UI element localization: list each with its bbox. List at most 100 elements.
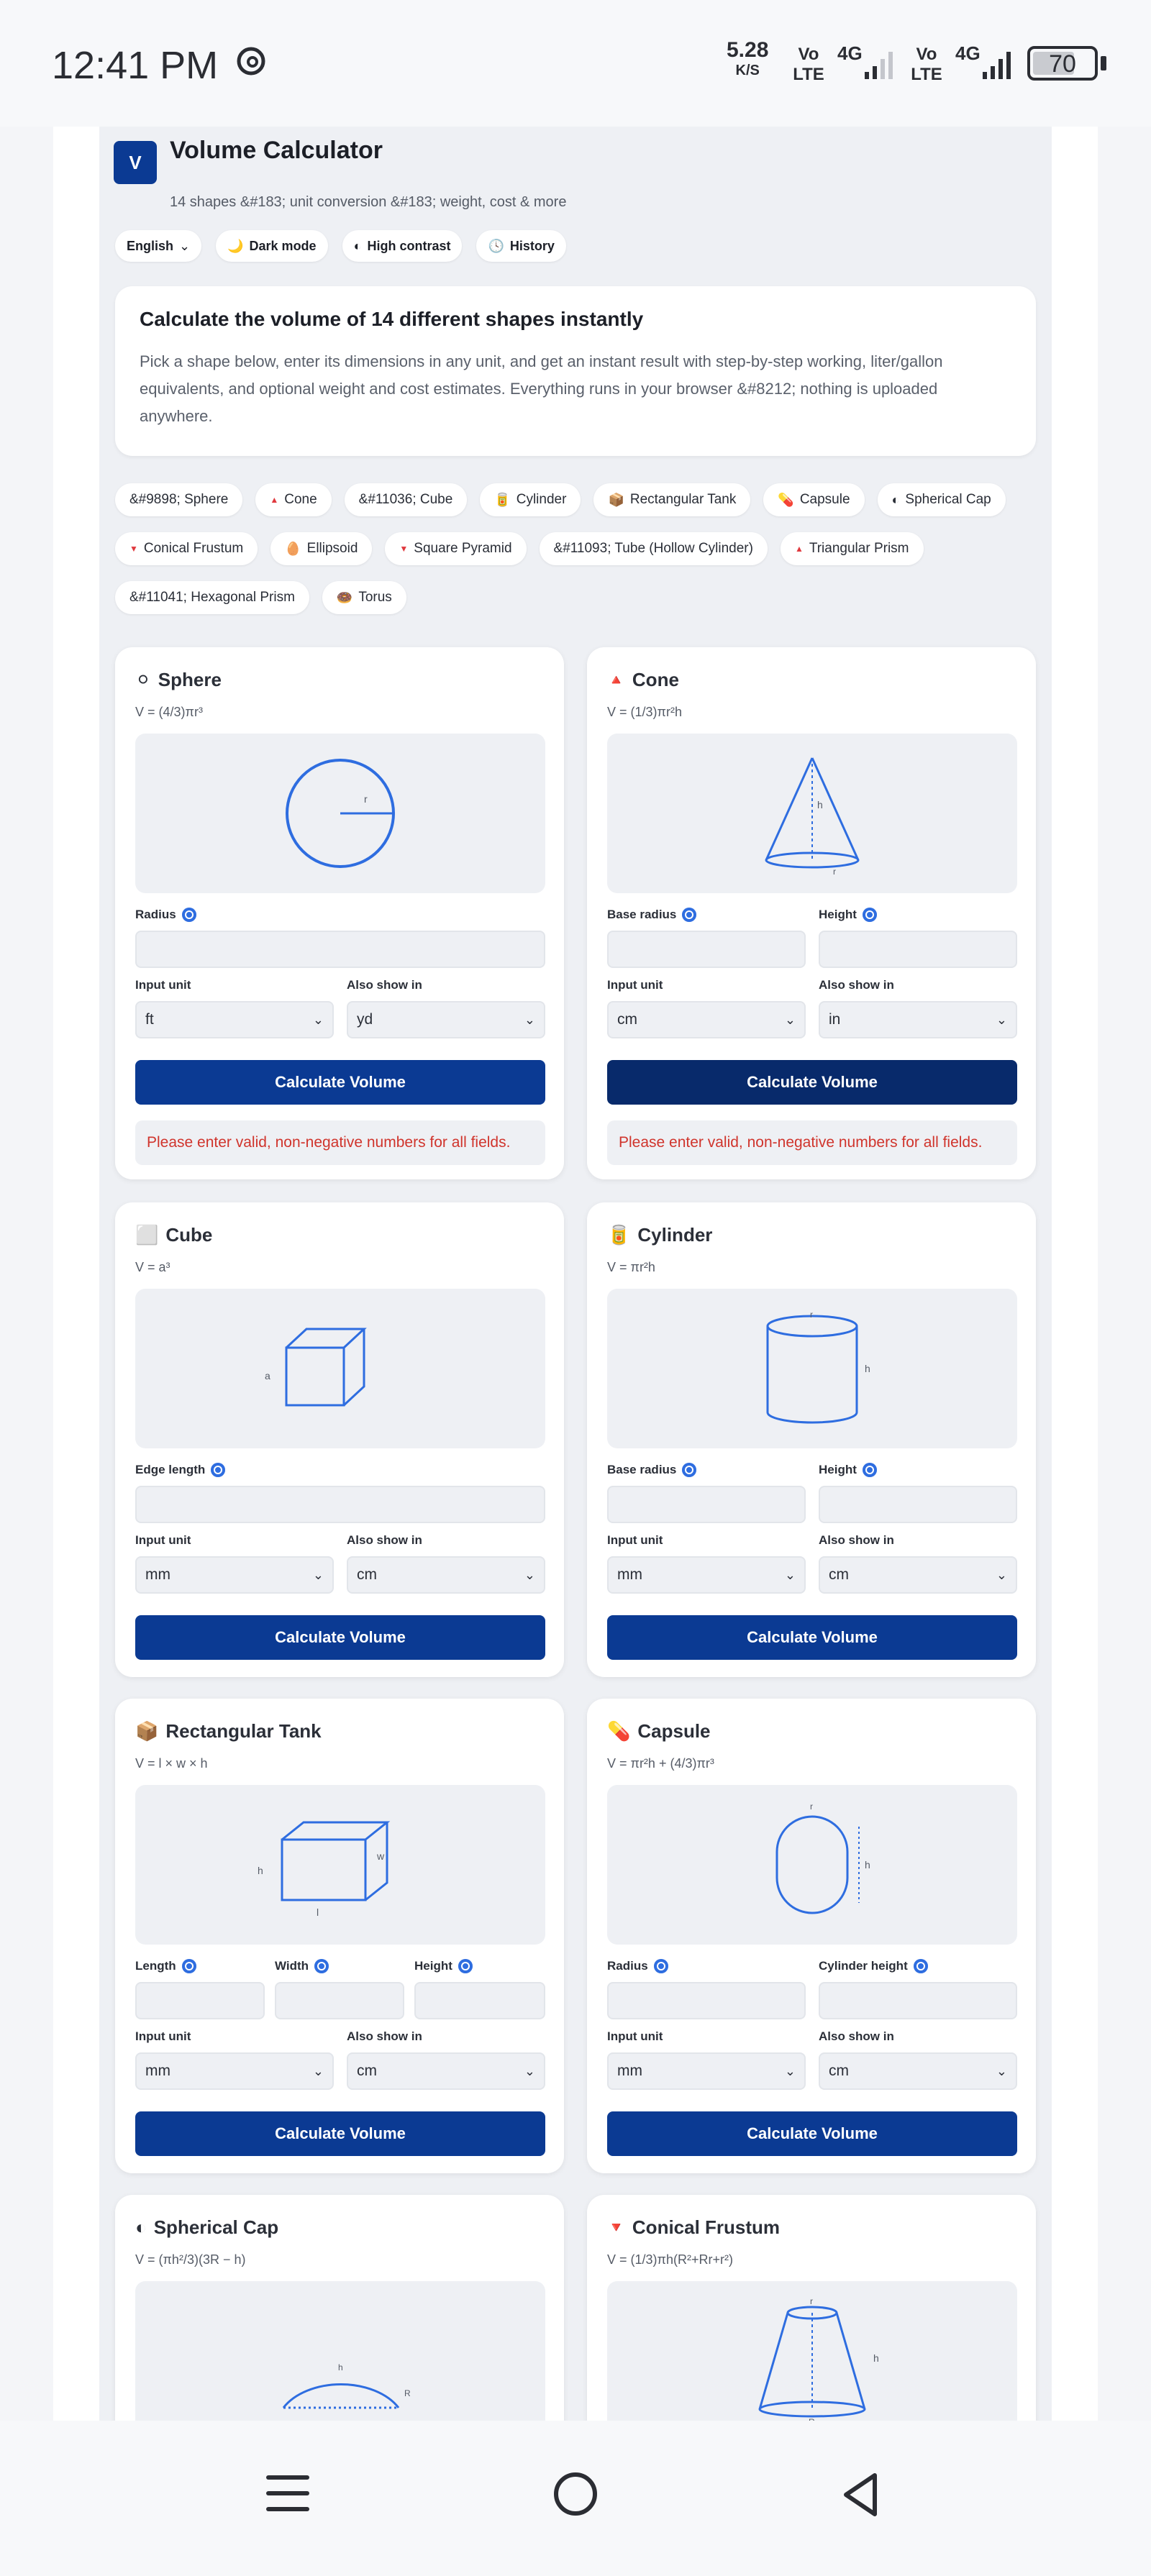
card-title-text: Cone [632, 669, 679, 690]
cylinder-card: 🥫 Cylinder V = πr²h r h Base radius Heigh… [587, 1202, 1036, 1677]
page-content[interactable]: V Volume Calculator 14 shapes &#183; uni… [99, 127, 1052, 2421]
info-icon[interactable] [862, 908, 877, 922]
width-input[interactable] [275, 1982, 404, 2019]
select-value: mm [145, 1566, 170, 1583]
length-input[interactable] [135, 1982, 265, 2019]
capsule-icon: 💊 [778, 492, 794, 507]
input-unit-label: Input unit [135, 1533, 191, 1547]
also-show-label: Also show in [819, 1533, 894, 1547]
info-icon[interactable] [181, 908, 196, 922]
input-unit-select[interactable]: mm ⌄ [135, 1556, 334, 1594]
box-icon: 📦 [135, 1720, 159, 1742]
radius-input[interactable] [607, 1982, 806, 2019]
select-value: yd [357, 1011, 373, 1028]
select-value: cm [829, 1566, 849, 1583]
shape-chip-sphere[interactable]: &#9898; Sphere [115, 483, 243, 516]
recents-button[interactable] [266, 2475, 309, 2523]
also-show-select[interactable]: cm ⌄ [819, 2052, 1017, 2090]
height-label: Height [414, 1959, 473, 1973]
cylinder-height-input[interactable] [819, 1982, 1017, 2019]
intro-text: Pick a shape below, enter its dimensions… [140, 352, 943, 425]
also-show-select[interactable]: in ⌄ [819, 1001, 1017, 1038]
field-label: Edge length [135, 1463, 206, 1476]
diagram-label: r [810, 2296, 813, 2306]
input-unit-select[interactable]: mm ⌄ [607, 1556, 806, 1594]
calculate-volume-button[interactable]: Calculate Volume [135, 1615, 545, 1660]
height-input[interactable] [414, 1982, 545, 2019]
dark-mode-button[interactable]: 🌙 Dark mode [216, 230, 328, 262]
info-icon[interactable] [653, 1959, 668, 1973]
info-icon[interactable] [211, 1463, 226, 1477]
chevron-down-icon: ⌄ [312, 1012, 324, 1027]
height-input[interactable] [819, 1486, 1017, 1523]
info-icon[interactable] [682, 1463, 697, 1477]
shape-chip-cone[interactable]: ▲ Cone [255, 483, 332, 516]
cylinder-height-label: Cylinder height [819, 1959, 928, 1973]
half-circle-icon: ◐ [135, 2216, 147, 2238]
page-gutter-right [1052, 127, 1098, 2421]
shape-chip-label: Square Pyramid [414, 541, 512, 556]
cube-card: ⬜ Cube V = a³ a Edge length Input unit Al… [115, 1202, 564, 1677]
info-icon[interactable] [862, 1463, 877, 1477]
spherical-cap-card: ◐ Spherical Cap V = (πh²/3)(3R − h) h R [115, 2195, 564, 2421]
sim1-network: 4G [837, 42, 863, 64]
app-title: Volume Calculator [170, 137, 383, 164]
base-radius-input[interactable] [607, 1486, 806, 1523]
status-time: 12:41 PM [52, 44, 219, 87]
base-radius-label: Base radius [607, 908, 697, 922]
cylinder-icon: 🥫 [494, 492, 511, 507]
info-icon[interactable] [314, 1959, 329, 1973]
input-unit-label: Input unit [135, 978, 191, 992]
shape-chip-cube[interactable]: &#11036; Cube [344, 483, 468, 516]
edge-length-input[interactable] [135, 1486, 545, 1523]
radius-input[interactable] [135, 931, 545, 968]
input-unit-select[interactable]: ft ⌄ [135, 1001, 334, 1038]
torus-icon: 🍩 [336, 590, 353, 605]
home-button[interactable] [554, 2472, 597, 2516]
info-icon[interactable] [181, 1959, 196, 1973]
high-contrast-button[interactable]: ◐ High contrast [342, 230, 463, 262]
width-label: Width [275, 1959, 329, 1973]
also-show-select[interactable]: cm ⌄ [347, 1556, 545, 1594]
shape-chip-capsule[interactable]: 💊 Capsule [763, 483, 865, 516]
shape-chip-conical-frustum[interactable]: ▼ Conical Frustum [115, 532, 258, 565]
also-show-select[interactable]: cm ⌄ [347, 2052, 545, 2090]
also-show-select[interactable]: cm ⌄ [819, 1556, 1017, 1594]
shape-chip-triangular-prism[interactable]: ▲ Triangular Prism [780, 532, 924, 565]
shape-chip-cylinder[interactable]: 🥫 Cylinder [480, 483, 581, 516]
height-input[interactable] [819, 931, 1017, 968]
calculate-volume-button[interactable]: Calculate Volume [607, 2111, 1017, 2156]
shape-chip-square-pyramid[interactable]: ▼ Square Pyramid [385, 532, 527, 565]
shape-chip-spherical-cap[interactable]: ◐ Spherical Cap [877, 483, 1006, 516]
field-label: Base radius [607, 908, 677, 921]
cube-icon: ⬜ [135, 1224, 159, 1246]
chevron-down-icon: ⌄ [179, 238, 191, 253]
calculate-volume-button[interactable]: Calculate Volume [607, 1615, 1017, 1660]
input-unit-select[interactable]: mm ⌄ [607, 2052, 806, 2090]
cylinder-diagram: r h [607, 1289, 1017, 1448]
calculate-volume-button[interactable]: Calculate Volume [135, 2111, 545, 2156]
back-button[interactable] [839, 2471, 885, 2518]
diagram-label: h [817, 799, 823, 810]
shape-chip-rectangular-tank[interactable]: 📦 Rectangular Tank [593, 483, 751, 516]
diagram-label: h [865, 1859, 870, 1871]
field-label: Height [819, 908, 857, 921]
info-icon[interactable] [458, 1959, 473, 1973]
shape-chip-ellipsoid[interactable]: 🥚 Ellipsoid [270, 532, 373, 565]
calculate-volume-button[interactable]: Calculate Volume [607, 1060, 1017, 1105]
shape-chip-hexagonal-prism[interactable]: &#11041; Hexagonal Prism [115, 581, 309, 614]
input-unit-select[interactable]: cm ⌄ [607, 1001, 806, 1038]
input-unit-select[interactable]: mm ⌄ [135, 2052, 334, 2090]
shape-chip-torus[interactable]: 🍩 Torus [322, 581, 406, 614]
base-radius-input[interactable] [607, 931, 806, 968]
info-icon[interactable] [682, 908, 697, 922]
history-button[interactable]: 🕓 History [476, 230, 566, 262]
also-show-select[interactable]: yd ⌄ [347, 1001, 545, 1038]
ellipsoid-icon: 🥚 [285, 541, 301, 556]
info-icon[interactable] [913, 1959, 928, 1973]
card-formula: V = a³ [135, 1260, 170, 1274]
calculate-volume-button[interactable]: Calculate Volume [135, 1060, 545, 1105]
shape-chip-tube[interactable]: &#11093; Tube (Hollow Cylinder) [539, 532, 768, 565]
language-select[interactable]: English ⌄ [115, 230, 202, 262]
contrast-icon: ◐ [353, 238, 362, 253]
